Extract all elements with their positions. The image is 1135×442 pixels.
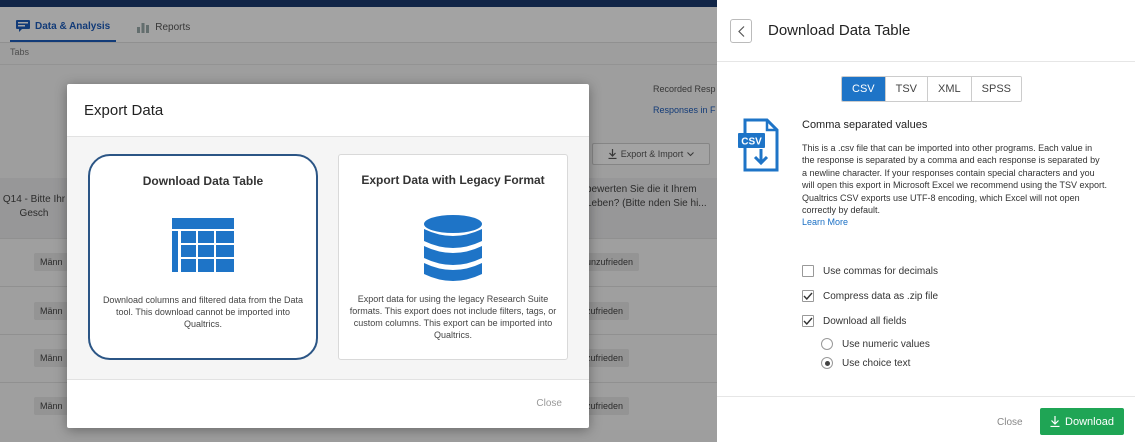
option-label: Use commas for decimals — [823, 265, 939, 277]
radio-numeric-values[interactable]: Use numeric values — [821, 338, 930, 350]
checkbox-unchecked[interactable] — [802, 265, 814, 277]
screen: Data & Analysis Reports Tabs Recorded Re… — [0, 0, 1135, 442]
panel-title: Download Data Table — [768, 22, 911, 39]
radio-label: Use choice text — [842, 357, 911, 369]
card-description: Export data for using the legacy Researc… — [349, 294, 557, 340]
learn-more-link[interactable]: Learn More — [802, 217, 848, 227]
csv-icon-text: CSV — [741, 137, 762, 148]
format-selector: CSV TSV XML SPSS — [841, 76, 1023, 102]
option-label: Download all fields — [823, 315, 907, 327]
checkmark-icon — [803, 317, 813, 325]
download-panel: Download Data Table CSV TSV XML SPSS CSV… — [717, 0, 1135, 442]
legacy-format-card[interactable]: Export Data with Legacy Format Export da… — [338, 154, 568, 360]
checkbox-checked[interactable] — [802, 290, 814, 302]
table-grid-icon — [172, 218, 234, 272]
modal-title: Export Data — [84, 102, 164, 119]
divider — [717, 396, 1135, 397]
panel-close-button[interactable]: Close — [997, 417, 1023, 428]
card-title: Export Data with Legacy Format — [361, 173, 545, 187]
modal-close-button[interactable]: Close — [536, 398, 562, 409]
radio-dot — [824, 360, 830, 366]
download-button[interactable]: Download — [1040, 408, 1124, 435]
format-spss-button[interactable]: SPSS — [971, 77, 1022, 101]
csv-file-download-icon: CSV — [738, 118, 779, 172]
chevron-left-icon — [737, 25, 744, 37]
checkbox-checked[interactable] — [802, 315, 814, 327]
format-description: This is a .csv file that can be imported… — [802, 142, 1107, 229]
export-data-modal: Export Data Download Data Table Download… — [67, 84, 589, 428]
option-commas-decimals[interactable]: Use commas for decimals — [802, 265, 938, 277]
panel-header: Download Data Table — [717, 0, 1135, 62]
checkmark-icon — [803, 292, 813, 300]
download-label: Download — [1065, 415, 1114, 428]
radio-selected[interactable] — [821, 357, 833, 369]
modal-body: Download Data Table Download columns and… — [67, 137, 589, 379]
download-icon — [1050, 416, 1060, 427]
format-csv-button[interactable]: CSV — [842, 77, 886, 101]
option-compress-zip[interactable]: Compress data as .zip file — [802, 290, 938, 302]
format-tsv-button[interactable]: TSV — [885, 77, 929, 101]
back-button[interactable] — [730, 19, 752, 43]
format-description-text: This is a .csv file that can be imported… — [802, 143, 1107, 216]
radio-choice-text[interactable]: Use choice text — [821, 357, 910, 369]
radio-label: Use numeric values — [842, 338, 930, 350]
option-label: Compress data as .zip file — [823, 290, 939, 302]
database-icon — [424, 215, 482, 281]
download-data-table-card[interactable]: Download Data Table Download columns and… — [88, 154, 318, 360]
background-app: Data & Analysis Reports Tabs Recorded Re… — [0, 0, 717, 442]
divider — [67, 379, 589, 380]
option-download-all-fields[interactable]: Download all fields — [802, 315, 906, 327]
radio-unselected[interactable] — [821, 338, 833, 350]
card-title: Download Data Table — [142, 174, 264, 188]
card-description: Download columns and filtered data from … — [102, 295, 304, 329]
format-title: Comma separated values — [802, 119, 928, 131]
format-xml-button[interactable]: XML — [928, 77, 972, 101]
